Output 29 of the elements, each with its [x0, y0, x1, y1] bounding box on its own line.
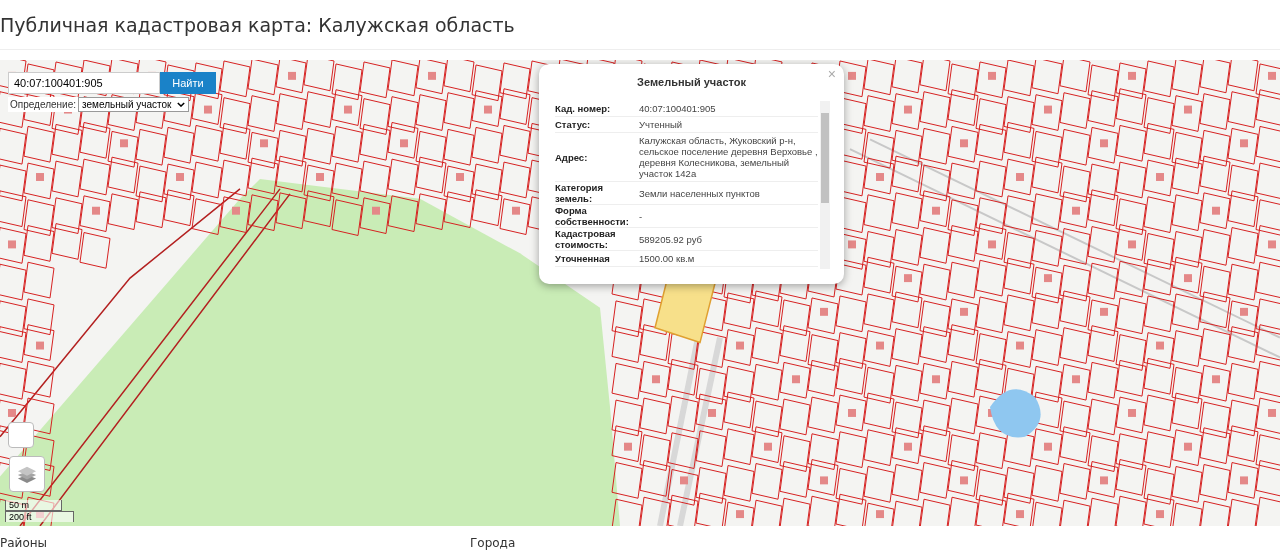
field-value: Калужская область, Жуковский р-н, сельское поселение деревня Верховье , деревня Колесникова, земельный участок 142а: [639, 134, 818, 181]
scrollbar[interactable]: [820, 101, 830, 269]
field-value: 589205.92 руб: [639, 232, 704, 247]
field-label: Кад. номер:: [555, 103, 612, 114]
field-value: Учтенный: [639, 118, 684, 132]
mode-label: Определение:: [9, 99, 77, 110]
scale-bar-metric: 50 m: [5, 500, 62, 511]
field-label: Форма собственности:: [555, 205, 630, 227]
layers-icon: [16, 464, 38, 484]
section-heading: Районы: [0, 536, 49, 550]
layers-button[interactable]: [9, 456, 45, 492]
field-value: -: [639, 209, 644, 224]
map-control-button[interactable]: [8, 422, 34, 448]
field-value: 1500.00 кв.м: [639, 252, 696, 266]
mode-dropdown[interactable]: земельный участок: [78, 97, 190, 112]
field-label: Статус:: [555, 119, 592, 130]
field-label: Уточненная: [555, 253, 611, 264]
caret-icon: [177, 102, 186, 107]
field-label: Кадастровая стоимость:: [555, 228, 617, 250]
search-field[interactable]: 40:07:100401:905: [8, 72, 160, 94]
field-value: Земли населенных пунктов: [639, 186, 761, 201]
section-heading: Города: [470, 536, 517, 550]
field-label: Категория земель:: [555, 182, 604, 204]
popup-title: Земельный участок: [636, 76, 747, 90]
scale-bar-imperial: 200 ft: [5, 511, 74, 522]
search-button[interactable]: Найти: [160, 72, 216, 94]
page-title: Публичная кадастровая карта: Калужская область: [0, 0, 1280, 50]
field-label: Адрес:: [555, 151, 589, 163]
field-value: 40:07:100401:905: [639, 102, 717, 116]
